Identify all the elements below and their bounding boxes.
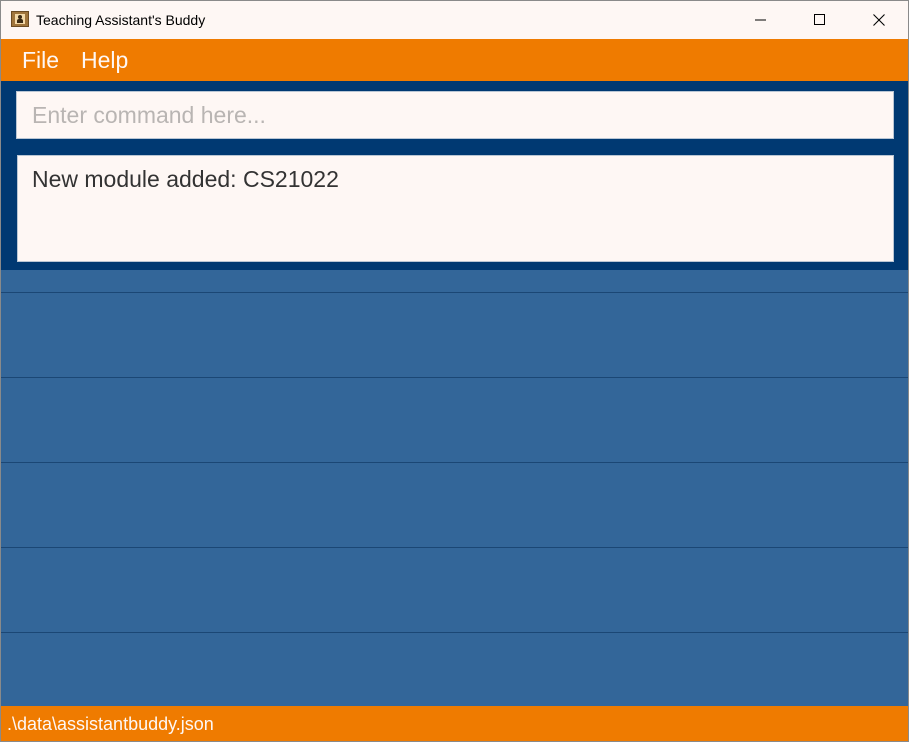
status-file-path: .\data\assistantbuddy.json [7, 714, 214, 734]
app-icon [11, 11, 29, 27]
status-bar: .\data\assistantbuddy.json [1, 706, 908, 741]
close-button[interactable] [850, 1, 908, 39]
list-row[interactable] [1, 548, 908, 633]
result-display[interactable]: New module added: CS21022 [17, 155, 894, 262]
list-row[interactable] [1, 293, 908, 378]
result-message: New module added: CS21022 [32, 166, 339, 192]
minimize-icon [755, 19, 766, 21]
title-bar[interactable]: Teaching Assistant's Buddy [1, 1, 908, 39]
list-row[interactable] [1, 463, 908, 548]
maximize-icon [814, 14, 825, 25]
command-panel: New module added: CS21022 [1, 81, 908, 270]
list-row[interactable] [1, 270, 908, 293]
app-window: Teaching Assistant's Buddy File Help New… [0, 0, 909, 742]
close-icon [873, 14, 885, 26]
window-title: Teaching Assistant's Buddy [36, 12, 206, 28]
menu-help[interactable]: Help [81, 47, 128, 74]
minimize-button[interactable] [732, 1, 790, 39]
list-row[interactable] [1, 378, 908, 463]
menu-file[interactable]: File [22, 47, 59, 74]
maximize-button[interactable] [791, 1, 849, 39]
module-list-panel[interactable] [1, 270, 908, 706]
menu-bar: File Help [1, 39, 908, 81]
command-input[interactable] [16, 91, 894, 139]
